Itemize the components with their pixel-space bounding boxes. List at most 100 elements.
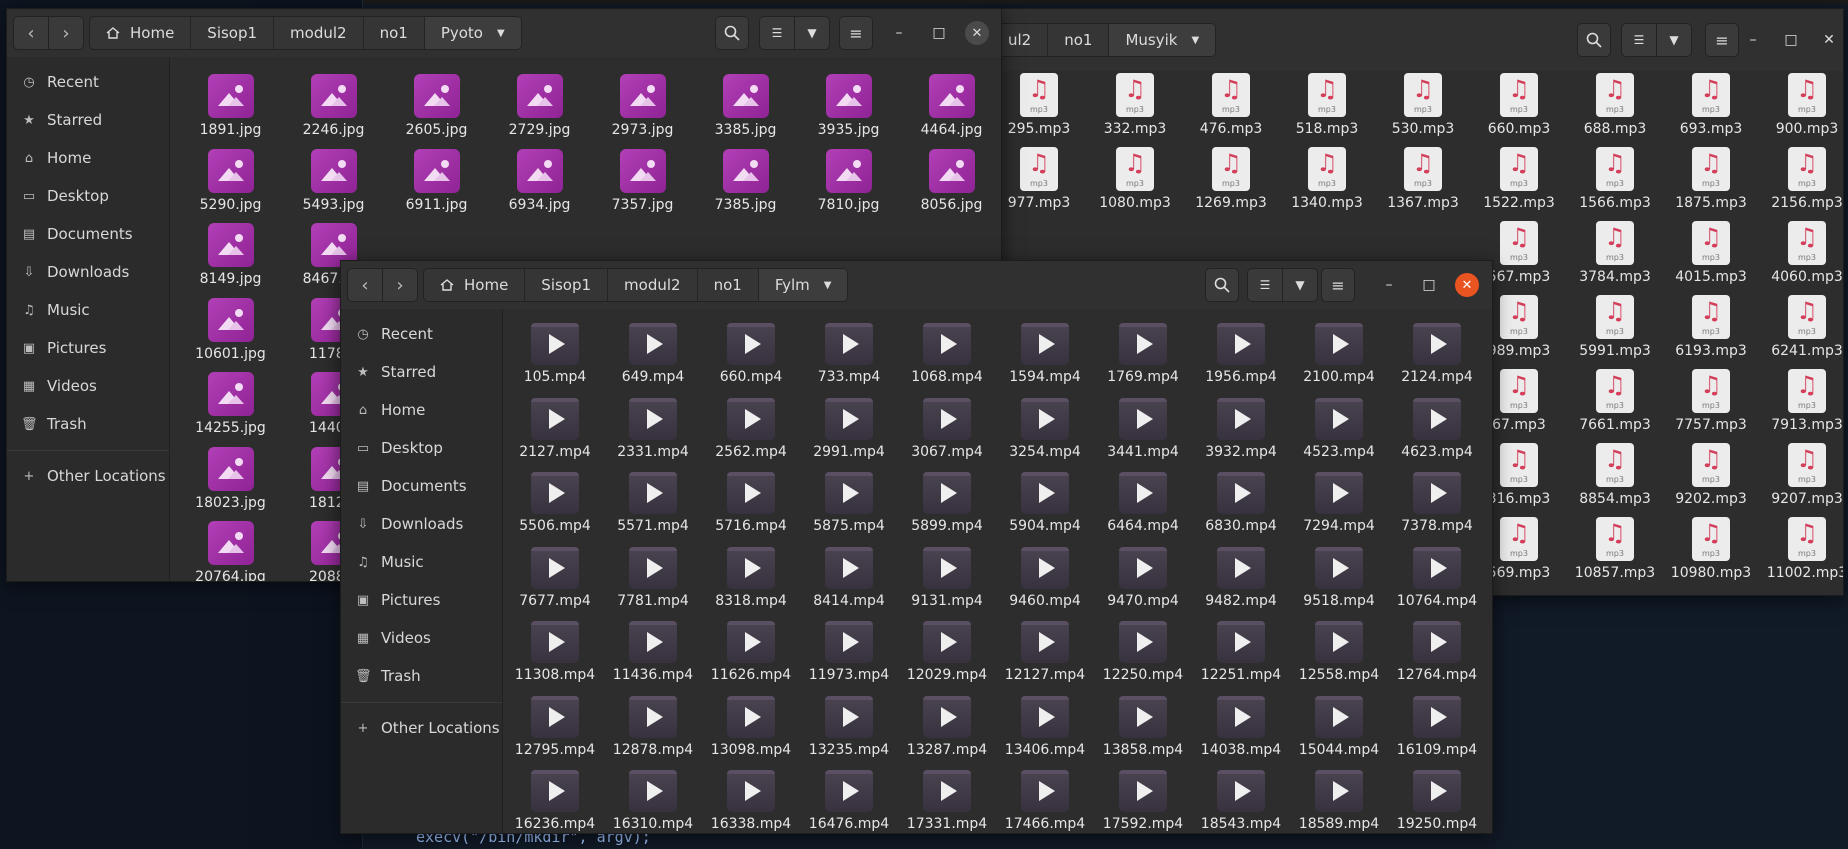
breadcrumb-item-current[interactable]: Fylm ▼ bbox=[758, 269, 848, 301]
file-item[interactable]: 12127.mp4 bbox=[996, 621, 1094, 696]
file-item[interactable]: 105.mp4 bbox=[506, 323, 604, 398]
file-item[interactable]: 12795.mp4 bbox=[506, 695, 604, 771]
file-item[interactable]: 19250.mp4 bbox=[1388, 770, 1486, 833]
sidebar-item-pictures[interactable]: ▣ Pictures bbox=[7, 330, 169, 366]
file-item[interactable]: 2562.mp4 bbox=[702, 397, 800, 473]
file-item[interactable]: 2729.jpg bbox=[488, 74, 591, 149]
minimize-button[interactable]: – bbox=[887, 21, 911, 45]
file-item[interactable]: 4623.mp4 bbox=[1388, 397, 1486, 473]
file-item[interactable]: 13858.mp4 bbox=[1094, 695, 1192, 771]
file-item[interactable]: ♫ mp3 1340.mp3 bbox=[1279, 147, 1375, 221]
file-item[interactable]: ♫ mp3 1566.mp3 bbox=[1567, 147, 1663, 221]
list-view-button[interactable]: ☰ bbox=[1248, 269, 1282, 301]
sidebar-item-desktop[interactable]: ▭ Desktop bbox=[7, 178, 169, 214]
close-button[interactable]: ✕ bbox=[965, 21, 989, 45]
file-item[interactable]: ♫ mp3 900.mp3 bbox=[1759, 73, 1843, 147]
forward-button[interactable]: › bbox=[48, 17, 83, 49]
file-item[interactable]: 6830.mp4 bbox=[1192, 472, 1290, 547]
file-item[interactable]: 2973.jpg bbox=[591, 74, 694, 149]
file-item[interactable]: 11308.mp4 bbox=[506, 621, 604, 696]
file-item[interactable]: 2991.mp4 bbox=[800, 397, 898, 473]
file-item[interactable]: ♫ mp3 10857.mp3 bbox=[1567, 517, 1663, 591]
file-item[interactable]: 9482.mp4 bbox=[1192, 546, 1290, 622]
breadcrumb-item[interactable]: Sisop1 bbox=[191, 17, 275, 49]
file-item[interactable]: 18589.mp4 bbox=[1290, 770, 1388, 833]
file-item[interactable]: 2127.mp4 bbox=[506, 397, 604, 473]
sidebar-item-downloads[interactable]: ⇩ Downloads bbox=[341, 506, 502, 542]
file-item[interactable]: ♫ mp3 476.mp3 bbox=[1183, 73, 1279, 147]
file-item[interactable]: ♫ mp3 1080.mp3 bbox=[1087, 147, 1183, 221]
view-options-button[interactable]: ▼ bbox=[794, 17, 829, 49]
menu-button[interactable]: ≡ bbox=[1321, 268, 1355, 302]
file-item[interactable]: 3067.mp4 bbox=[898, 397, 996, 473]
sidebar-item-trash[interactable]: 🗑 Trash bbox=[341, 658, 502, 694]
file-item[interactable]: 1068.mp4 bbox=[898, 323, 996, 398]
file-item[interactable]: ♫ mp3 332.mp3 bbox=[1087, 73, 1183, 147]
file-item[interactable]: 16338.mp4 bbox=[702, 770, 800, 833]
file-item[interactable]: 3254.mp4 bbox=[996, 397, 1094, 473]
file-item[interactable]: 3441.mp4 bbox=[1094, 397, 1192, 473]
file-item[interactable]: 7781.mp4 bbox=[604, 546, 702, 622]
file-item[interactable]: ♫ mp3 1875.mp3 bbox=[1663, 147, 1759, 221]
sidebar-item-videos[interactable]: ▦ Videos bbox=[7, 368, 169, 404]
sidebar-item-starred[interactable]: ★ Starred bbox=[7, 102, 169, 138]
file-item[interactable]: 1594.mp4 bbox=[996, 323, 1094, 398]
file-item[interactable]: 2124.mp4 bbox=[1388, 323, 1486, 398]
file-item[interactable]: ♫ mp3 518.mp3 bbox=[1279, 73, 1375, 147]
file-item[interactable]: ♫ mp3 977.mp3 bbox=[991, 147, 1087, 221]
forward-button[interactable]: › bbox=[382, 269, 417, 301]
maximize-button[interactable]: □ bbox=[1779, 28, 1803, 52]
file-item[interactable]: ♫ mp3 1269.mp3 bbox=[1183, 147, 1279, 221]
file-item[interactable]: 2605.jpg bbox=[385, 74, 488, 149]
view-options-button[interactable]: ▼ bbox=[1656, 24, 1691, 56]
file-item[interactable]: 17466.mp4 bbox=[996, 770, 1094, 833]
file-item[interactable]: 5506.mp4 bbox=[506, 472, 604, 547]
file-item[interactable]: ♫ mp3 1367.mp3 bbox=[1375, 147, 1471, 221]
sidebar-item-other-locations[interactable]: + Other Locations bbox=[7, 458, 169, 494]
file-item[interactable]: 12558.mp4 bbox=[1290, 621, 1388, 696]
sidebar-item-desktop[interactable]: ▭ Desktop bbox=[341, 430, 502, 466]
file-item[interactable]: 12029.mp4 bbox=[898, 621, 996, 696]
file-item[interactable]: 16476.mp4 bbox=[800, 770, 898, 833]
sidebar-item-starred[interactable]: ★ Starred bbox=[341, 354, 502, 390]
file-item[interactable]: 5875.mp4 bbox=[800, 472, 898, 547]
sidebar-item-downloads[interactable]: ⇩ Downloads bbox=[7, 254, 169, 290]
file-item[interactable]: ♫ mp3 1522.mp3 bbox=[1471, 147, 1567, 221]
minimize-button[interactable]: – bbox=[1741, 28, 1765, 52]
file-item[interactable]: ♫ mp3 660.mp3 bbox=[1471, 73, 1567, 147]
file-item[interactable]: 12251.mp4 bbox=[1192, 621, 1290, 696]
file-item[interactable]: 6934.jpg bbox=[488, 148, 591, 224]
file-item[interactable]: 733.mp4 bbox=[800, 323, 898, 398]
file-item[interactable]: ♫ mp3 5991.mp3 bbox=[1567, 295, 1663, 369]
view-options-button[interactable]: ▼ bbox=[1282, 269, 1317, 301]
file-item[interactable]: 12878.mp4 bbox=[604, 695, 702, 771]
file-item[interactable]: 6464.mp4 bbox=[1094, 472, 1192, 547]
search-button[interactable] bbox=[1577, 23, 1611, 57]
close-button[interactable]: ✕ bbox=[1455, 273, 1479, 297]
file-item[interactable]: 9460.mp4 bbox=[996, 546, 1094, 622]
maximize-button[interactable]: □ bbox=[1417, 273, 1441, 297]
breadcrumb-item-home[interactable]: Home bbox=[424, 269, 526, 301]
file-item[interactable]: 5904.mp4 bbox=[996, 472, 1094, 547]
file-item[interactable]: ♫ mp3 693.mp3 bbox=[1663, 73, 1759, 147]
breadcrumb-item[interactable]: modul2 bbox=[274, 17, 364, 49]
file-item[interactable]: 5716.mp4 bbox=[702, 472, 800, 547]
file-item[interactable]: 13406.mp4 bbox=[996, 695, 1094, 771]
file-item[interactable]: 8056.jpg bbox=[900, 148, 1001, 224]
minimize-button[interactable]: – bbox=[1377, 273, 1401, 297]
file-item[interactable]: 16310.mp4 bbox=[604, 770, 702, 833]
sidebar-item-pictures[interactable]: ▣ Pictures bbox=[341, 582, 502, 618]
breadcrumb-item[interactable]: Sisop1 bbox=[525, 269, 609, 301]
file-item[interactable]: 13098.mp4 bbox=[702, 695, 800, 771]
file-item[interactable]: ♫ mp3 6193.mp3 bbox=[1663, 295, 1759, 369]
maximize-button[interactable]: □ bbox=[927, 21, 951, 45]
file-item[interactable]: 10601.jpg bbox=[179, 297, 282, 373]
file-item[interactable]: 660.mp4 bbox=[702, 323, 800, 398]
sidebar-item-music[interactable]: ♫ Music bbox=[7, 292, 169, 328]
file-item[interactable]: 7385.jpg bbox=[694, 148, 797, 224]
breadcrumb-item-current[interactable]: Musyik ▼ bbox=[1109, 24, 1216, 56]
file-item[interactable]: 3935.jpg bbox=[797, 74, 900, 149]
sidebar-item-documents[interactable]: ▤ Documents bbox=[7, 216, 169, 252]
file-item[interactable]: 2246.jpg bbox=[282, 74, 385, 149]
file-item[interactable]: 5493.jpg bbox=[282, 148, 385, 224]
